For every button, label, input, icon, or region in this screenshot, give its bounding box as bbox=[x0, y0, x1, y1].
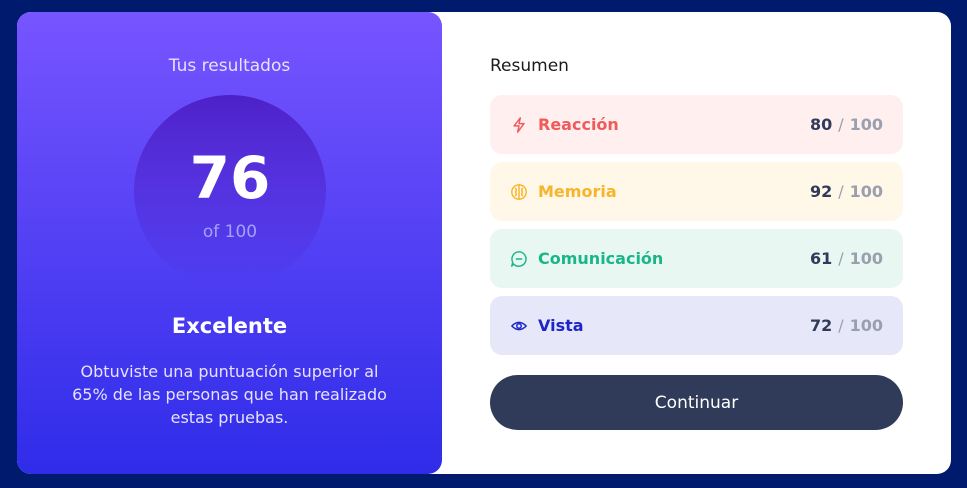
summary-row-label: Comunicación bbox=[538, 249, 664, 268]
summary-row-label: Memoria bbox=[538, 182, 617, 201]
continue-button[interactable]: Continuar bbox=[490, 375, 903, 430]
summary-row-separator: / bbox=[838, 115, 844, 134]
summary-row-max: 100 bbox=[849, 249, 883, 268]
result-description: Obtuviste una puntuación superior al 65%… bbox=[72, 362, 387, 427]
results-title: Tus resultados bbox=[168, 56, 291, 76]
summary-row-separator: / bbox=[838, 316, 844, 335]
summary-row-communication: Comunicación 61 / 100 bbox=[490, 229, 903, 288]
lightning-icon bbox=[510, 116, 528, 134]
summary-row-memory: Memoria 92 / 100 bbox=[490, 162, 903, 221]
summary-row-score: 72 bbox=[809, 316, 833, 335]
summary-row-score: 80 bbox=[809, 115, 833, 134]
summary-row-score: 92 bbox=[809, 182, 833, 201]
chat-icon bbox=[510, 250, 528, 268]
summary-row-max: 100 bbox=[849, 316, 883, 335]
summary-row-label: Reacción bbox=[538, 115, 619, 134]
summary-row-max: 100 bbox=[849, 182, 883, 201]
brain-icon bbox=[510, 183, 528, 201]
summary-row-max: 100 bbox=[849, 115, 883, 134]
score-circle: 76 of 100 bbox=[134, 95, 326, 287]
score-max: of 100 bbox=[202, 222, 258, 242]
verdict: Excelente bbox=[171, 314, 288, 338]
eye-icon bbox=[510, 317, 528, 335]
summary-row-separator: / bbox=[838, 182, 844, 201]
score-value: 76 bbox=[189, 144, 271, 212]
summary-row-separator: / bbox=[838, 249, 844, 268]
summary-row-label: Vista bbox=[538, 316, 584, 335]
summary-row-score: 61 bbox=[809, 249, 833, 268]
summary-row-vision: Vista 72 / 100 bbox=[490, 296, 903, 355]
summary-title: Resumen bbox=[490, 56, 569, 76]
summary-row-reaction: Reacción 80 / 100 bbox=[490, 95, 903, 154]
results-panel: Tus resultados 76 of 100 Excelente Obtuv… bbox=[17, 12, 442, 474]
